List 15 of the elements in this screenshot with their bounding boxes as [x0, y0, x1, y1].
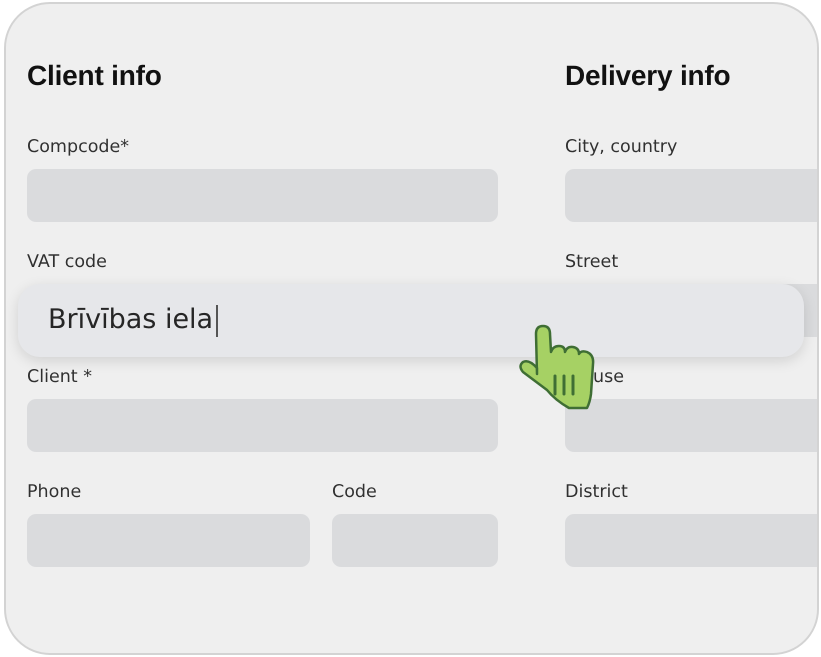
field-label: Code	[332, 482, 377, 502]
field-label: Compcode*	[27, 137, 130, 157]
field-label: VAT code	[27, 252, 107, 272]
input-field[interactable]	[565, 514, 817, 567]
field-label: City, country	[565, 137, 678, 157]
field-label: Client *	[27, 367, 92, 387]
floating-input-field[interactable]: Brīvības iela	[18, 284, 804, 357]
field-label: District	[565, 482, 628, 502]
section-heading: Delivery info	[565, 60, 730, 92]
field-label: Street	[565, 252, 618, 272]
input-field[interactable]	[565, 169, 817, 222]
input-field[interactable]	[565, 399, 817, 452]
section-heading: Client info	[27, 60, 162, 92]
field-label: use	[593, 367, 624, 387]
field-label: Phone	[27, 482, 82, 502]
